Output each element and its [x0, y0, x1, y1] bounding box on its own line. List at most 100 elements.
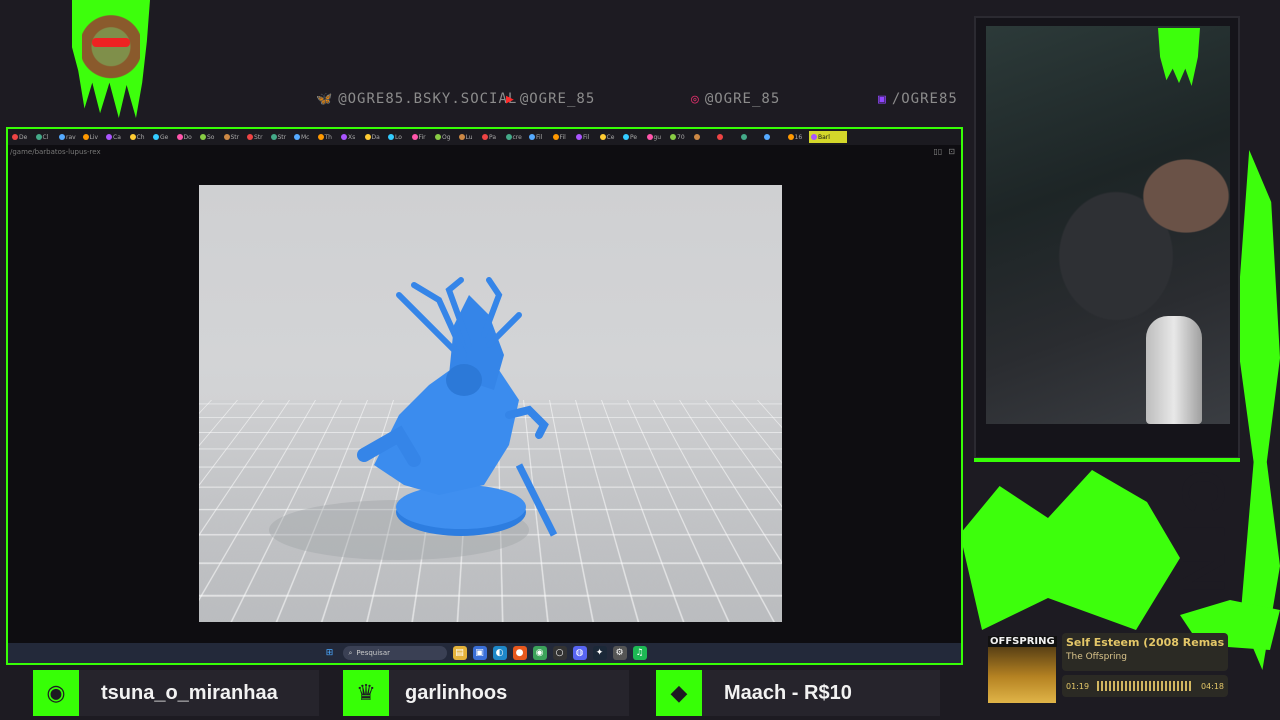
youtube-icon: ▶	[506, 91, 515, 107]
tab-label: Lu	[465, 133, 473, 141]
microphone	[1146, 316, 1202, 424]
browser-tab[interactable]: Og	[433, 131, 456, 143]
windows-start-icon[interactable]: ⊞	[323, 646, 337, 660]
browser-tab[interactable]: Fil	[527, 131, 550, 143]
file-explorer-icon[interactable]: ▤	[452, 646, 467, 660]
browser-tab[interactable]: Da	[363, 131, 386, 143]
tab-favicon-icon	[294, 134, 300, 140]
tab-favicon-icon	[552, 134, 559, 140]
tab-favicon-icon	[599, 134, 606, 140]
browser-tab[interactable]: Mc	[292, 131, 315, 143]
browser-tab[interactable]: So	[198, 131, 221, 143]
browser-tab-bar: De Cl rav Liv Ca Ch Ge Do So Str Str Str Mc Th Xs Da Lo F…	[8, 129, 961, 145]
browser-tab[interactable]: Ce	[598, 131, 621, 143]
tab-label: Fil	[583, 133, 590, 141]
album-label: OFFSPRING	[988, 636, 1057, 647]
browser-tab[interactable]: Ch	[128, 131, 151, 143]
track-progress: 01:19 04:18	[1062, 675, 1228, 697]
browser-tab[interactable]: Lu	[457, 131, 480, 143]
extension-icon[interactable]: ⊡	[948, 147, 955, 156]
browser-tab[interactable]: Barl	[809, 131, 847, 143]
browser-tab[interactable]: cre	[504, 131, 527, 143]
tab-favicon-icon	[317, 134, 324, 140]
obs-icon[interactable]: ○	[552, 646, 567, 660]
tab-favicon-icon	[176, 134, 183, 140]
browser-tab[interactable]: Do	[175, 131, 198, 143]
track-title: Self Esteem (2008 Remaster)	[1066, 636, 1224, 649]
browser-tab[interactable]: Fir	[410, 131, 433, 143]
social-handle: @OGRE85.BSKY.SOCIAL	[338, 91, 518, 107]
browser-tab[interactable]: 70	[668, 131, 691, 143]
steam-icon[interactable]: ✦	[592, 646, 607, 660]
track-artist: The Offspring	[1066, 652, 1127, 662]
tab-favicon-icon	[693, 134, 700, 140]
tab-favicon-icon	[153, 134, 159, 140]
browser-tab[interactable]: Th	[316, 131, 339, 143]
latest-donation-text: Maach - R$10	[702, 670, 940, 716]
social-instagram: ◎ @OGRE_85	[691, 90, 780, 108]
browser-tab[interactable]: rav	[57, 131, 80, 143]
3d-model-viewer[interactable]	[199, 185, 782, 622]
edge-icon[interactable]: ◐	[492, 646, 507, 660]
discord-icon[interactable]: ◍	[572, 646, 587, 660]
tab-label: rav	[66, 133, 76, 141]
tab-label: Pe	[630, 133, 638, 141]
browser-tab[interactable]: Ca	[104, 131, 127, 143]
social-youtube: ▶ @OGRE_85	[506, 90, 595, 108]
chrome-icon[interactable]: ◉	[532, 646, 547, 660]
tab-label: Str	[254, 133, 263, 141]
tab-label: Ca	[113, 133, 121, 141]
browser-tab[interactable]: Fil	[551, 131, 574, 143]
tab-favicon-icon	[740, 134, 747, 140]
firefox-icon[interactable]: ●	[512, 646, 527, 660]
social-bluesky: 🦋 @OGRE85.BSKY.SOCIAL	[316, 90, 517, 108]
tab-favicon-icon	[576, 134, 582, 140]
taskbar-search[interactable]: ⌕ Pesquisar	[342, 646, 447, 660]
crown-icon: ♛	[343, 670, 389, 716]
browser-tab[interactable]: Cl	[34, 131, 57, 143]
tab-favicon-icon	[435, 134, 441, 140]
barbatos-model	[269, 277, 558, 560]
tab-label: Str	[277, 133, 287, 141]
tab-favicon-icon	[59, 134, 65, 140]
browser-tab[interactable]: 16	[786, 131, 809, 143]
browser-tab[interactable]: gu	[645, 131, 668, 143]
track-info: Self Esteem (2008 Remaster) The Offsprin…	[1062, 633, 1228, 671]
tab-favicon-icon	[787, 134, 794, 140]
tab-favicon-icon	[82, 134, 89, 140]
browser-tab[interactable]: Liv	[81, 131, 104, 143]
tab-label: Liv	[89, 133, 99, 141]
browser-tab[interactable]: Xs	[339, 131, 362, 143]
browser-tab[interactable]: Str	[269, 131, 292, 143]
address-bar[interactable]: /game/barbatos-lupus-rex ▯▯ ⊡	[8, 145, 961, 159]
tab-label: Pa	[489, 133, 497, 141]
browser-tab[interactable]: Str	[222, 131, 245, 143]
browser-tab[interactable]: Ge	[151, 131, 174, 143]
browser-tab[interactable]	[692, 131, 715, 143]
tab-label: Xs	[348, 133, 356, 141]
overlay-vertical-text: CIN	[1169, 470, 1237, 604]
settings-icon[interactable]: ⚙	[612, 646, 627, 660]
tab-favicon-icon	[129, 134, 136, 140]
ogre-mascot-icon	[82, 6, 140, 80]
browser-tab[interactable]	[762, 131, 785, 143]
browser-tab[interactable]: Pa	[480, 131, 503, 143]
tab-label: Fir	[418, 133, 426, 141]
tab-favicon-icon	[388, 134, 394, 140]
tab-favicon-icon	[364, 134, 371, 140]
browser-tab[interactable]	[715, 131, 738, 143]
browser-tab[interactable]: Fil	[574, 131, 597, 143]
tab-favicon-icon	[247, 134, 253, 140]
browser-tab[interactable]: Str	[245, 131, 268, 143]
reader-view-icon[interactable]: ▯▯	[933, 147, 942, 156]
webcam-feed	[986, 26, 1230, 424]
browser-tab[interactable]: Lo	[386, 131, 409, 143]
browser-tab[interactable]: Pe	[621, 131, 644, 143]
tab-label: Th	[324, 133, 332, 141]
browser-tab[interactable]	[739, 131, 762, 143]
tab-label: gu	[653, 133, 662, 141]
social-handle: /OGRE85	[891, 91, 958, 107]
browser-tab[interactable]: De	[10, 131, 33, 143]
store-icon[interactable]: ▣	[472, 646, 487, 660]
spotify-icon[interactable]: ♫	[632, 646, 647, 660]
